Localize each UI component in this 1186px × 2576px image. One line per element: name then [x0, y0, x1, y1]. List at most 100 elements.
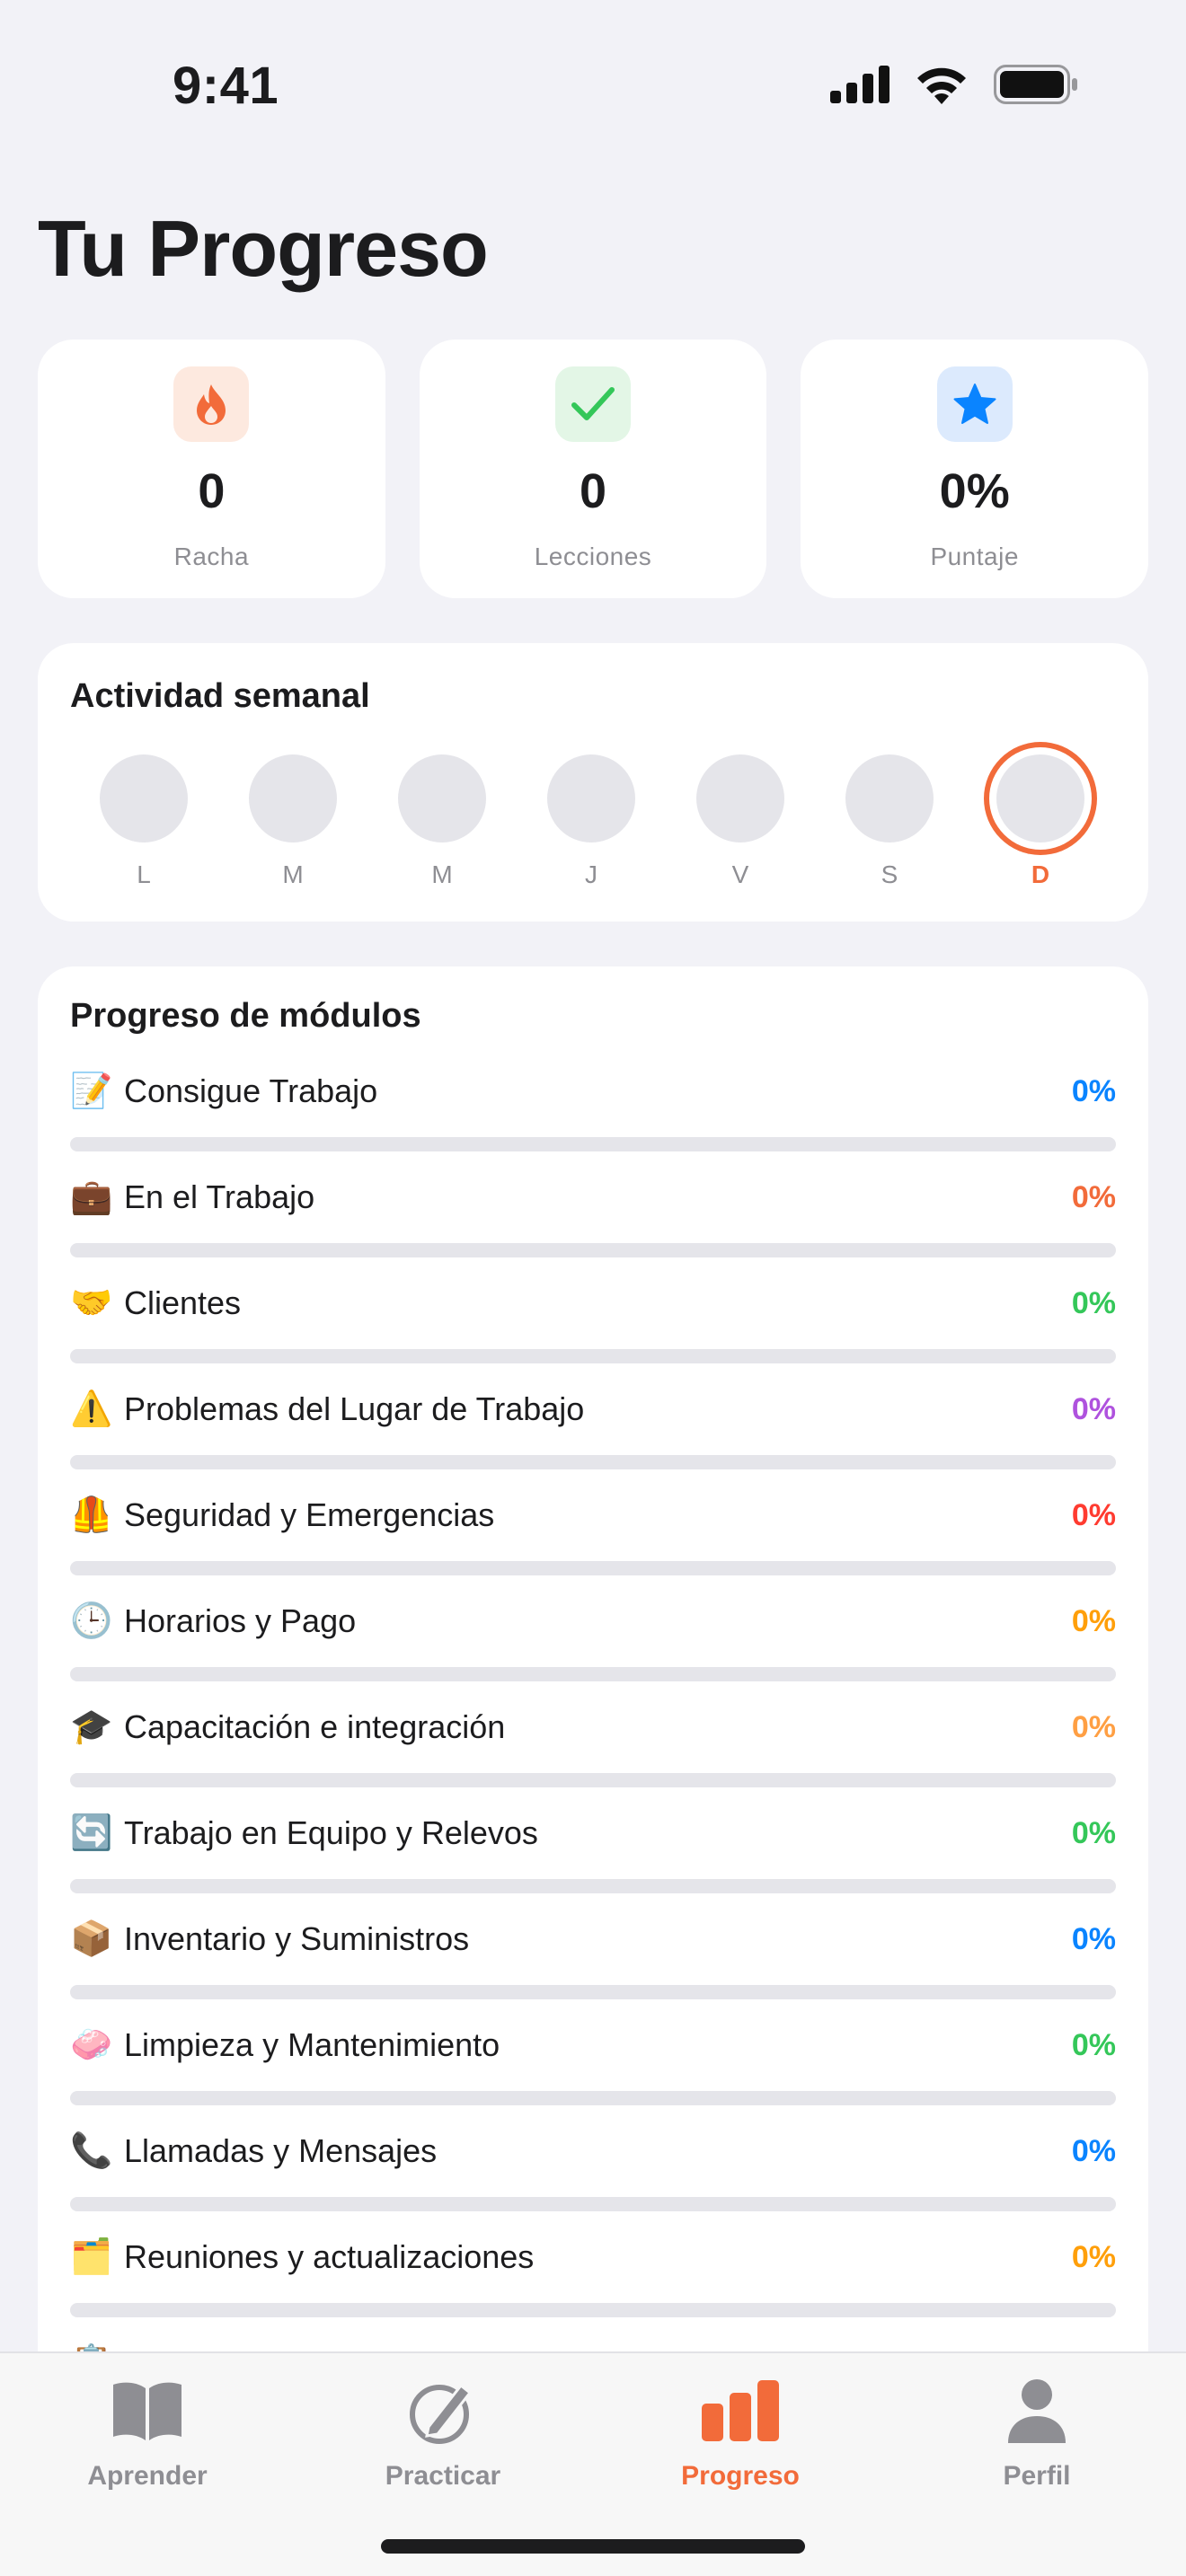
module-progress-bar: [70, 1773, 1116, 1787]
cellular-signal-icon: [830, 66, 890, 103]
stat-value: 0: [579, 464, 607, 518]
module-percent: 0%: [1071, 1286, 1116, 1320]
tab-practicar[interactable]: Practicar: [326, 2373, 560, 2492]
stat-icon-badge: [936, 366, 1013, 442]
weekday-label: J: [585, 860, 597, 888]
compass-pencil-icon: [410, 2383, 473, 2444]
module-percent: 0%: [1071, 1816, 1116, 1850]
tab-label: Practicar: [385, 2461, 501, 2491]
tab-perfil[interactable]: Perfil: [920, 2373, 1154, 2492]
module-row[interactable]: 🤝 Clientes 0%: [70, 1283, 1116, 1389]
module-name: Llamadas y Mensajes: [124, 2132, 438, 2169]
weekday-label: M: [431, 860, 453, 888]
module-row[interactable]: 💼 En el Trabajo 0%: [70, 1177, 1116, 1283]
module-row[interactable]: 🧼 Limpieza y Mantenimiento 0%: [70, 2025, 1116, 2130]
module-row[interactable]: 📞 Llamadas y Mensajes 0%: [70, 2130, 1116, 2236]
module-row[interactable]: 📝 Consigue Trabajo 0%: [70, 1071, 1116, 1177]
stat-card-streak: 0 Racha: [38, 340, 385, 598]
flame-icon: [197, 384, 226, 425]
module-percent: 0%: [1071, 1180, 1116, 1214]
module-progress-bar: [70, 2091, 1116, 2105]
module-row[interactable]: 🦺 Seguridad y Emergencias 0%: [70, 1495, 1116, 1601]
module-progress-bar: [70, 1243, 1116, 1257]
weekday-4: V: [686, 754, 794, 889]
stat-value: 0%: [939, 464, 1010, 518]
weekday-label: M: [282, 860, 304, 888]
module-row[interactable]: 📦 Inventario y Suministros 0%: [70, 1919, 1116, 2025]
activity-circle: [249, 754, 337, 842]
module-emoji-icon: 🎓: [70, 1708, 113, 1746]
module-percent: 0%: [1071, 2134, 1116, 2168]
module-row[interactable]: 🕒 Horarios y Pago 0%: [70, 1601, 1116, 1707]
module-name: Inventario y Suministros: [124, 1920, 470, 1957]
stats-row: 0 Racha 0 Lecciones 0% Puntaje: [38, 340, 1149, 598]
module-name: Reuniones y actualizaciones: [124, 2238, 535, 2275]
module-emoji-icon: 💼: [70, 1178, 113, 1216]
module-emoji-icon: 🤝: [70, 1284, 113, 1322]
module-progress-bar: [70, 2197, 1116, 2211]
home-indicator: [381, 2539, 805, 2554]
battery-icon: [994, 65, 1077, 104]
tab-progreso[interactable]: Progreso: [624, 2373, 857, 2492]
status-bar: 9:41: [0, 0, 1186, 171]
module-percent: 0%: [1071, 2240, 1116, 2274]
book-icon: [113, 2382, 181, 2440]
weekday-label: D: [1031, 860, 1050, 888]
tab-aprender[interactable]: Aprender: [31, 2373, 264, 2492]
tab-label: Perfil: [1003, 2461, 1071, 2491]
weekday-0: L: [90, 754, 198, 889]
checkmark-icon: [571, 387, 615, 420]
module-emoji-icon: 🦺: [70, 1496, 113, 1534]
module-name: En el Trabajo: [124, 1178, 315, 1215]
module-row[interactable]: 🔄 Trabajo en Equipo y Relevos 0%: [70, 1813, 1116, 1919]
activity-circle: [547, 754, 635, 842]
module-progress-bar: [70, 2303, 1116, 2317]
module-progress-bar: [70, 1667, 1116, 1681]
stat-icon-badge: [555, 366, 631, 442]
weekly-activity-card: Actividad semanal L M M J V S D: [38, 643, 1148, 922]
module-name: Seguridad y Emergencias: [124, 1496, 495, 1533]
module-percent: 0%: [1071, 1498, 1116, 1532]
weekday-label: L: [137, 860, 151, 888]
module-percent: 0%: [1071, 1074, 1116, 1108]
stat-card-lessons: 0 Lecciones: [419, 340, 767, 598]
status-icons: [830, 65, 1078, 104]
weekday-label: S: [881, 860, 898, 888]
weekday-5: S: [836, 754, 943, 889]
module-emoji-icon: ⚠️: [70, 1390, 113, 1428]
module-progress-bar: [70, 1137, 1116, 1151]
today-activity-circle: [996, 754, 1084, 842]
module-row[interactable]: 🗂️ Reuniones y actualizaciones 0%: [70, 2236, 1116, 2342]
module-name: Problemas del Lugar de Trabajo: [124, 1390, 585, 1427]
module-progress-bar: [70, 1561, 1116, 1575]
module-emoji-icon: 🗂️: [70, 2238, 113, 2276]
module-name: Trabajo en Equipo y Relevos: [124, 1814, 538, 1851]
module-percent: 0%: [1071, 1710, 1116, 1744]
weekday-label: V: [731, 860, 749, 888]
module-emoji-icon: 🕒: [70, 1602, 113, 1640]
screen: 9:41 Tu Progreso 0 Racha 0 Lecciones 0% …: [0, 0, 1186, 2576]
module-name: Limpieza y Mantenimiento: [124, 2026, 500, 2063]
module-row[interactable]: 🎓 Capacitación e integración 0%: [70, 1707, 1116, 1813]
module-emoji-icon: 🧼: [70, 2026, 113, 2064]
module-name: Horarios y Pago: [124, 1602, 357, 1639]
activity-circle: [845, 754, 934, 842]
module-progress-bar: [70, 1879, 1116, 1893]
stat-label: Puntaje: [930, 543, 1019, 570]
module-row[interactable]: ⚠️ Problemas del Lugar de Trabajo 0%: [70, 1389, 1116, 1495]
stat-card-score: 0% Puntaje: [801, 340, 1149, 598]
module-name: Clientes: [124, 1284, 242, 1321]
module-progress-bar: [70, 1985, 1116, 1999]
module-percent: 0%: [1071, 1604, 1116, 1638]
module-percent: 0%: [1071, 1392, 1116, 1426]
module-progress-title: Progreso de módulos: [70, 997, 421, 1035]
stat-label: Lecciones: [534, 543, 652, 570]
star-icon: [953, 384, 996, 424]
wifi-icon: [917, 67, 966, 104]
activity-circle: [100, 754, 188, 842]
module-progress-bar: [70, 1455, 1116, 1469]
module-percent: 0%: [1071, 1922, 1116, 1956]
module-progress-card: Progreso de módulos 📝 Consigue Trabajo 0% 💼…: [38, 966, 1148, 2576]
stat-icon-badge: [173, 366, 250, 442]
stat-value: 0: [198, 464, 226, 518]
